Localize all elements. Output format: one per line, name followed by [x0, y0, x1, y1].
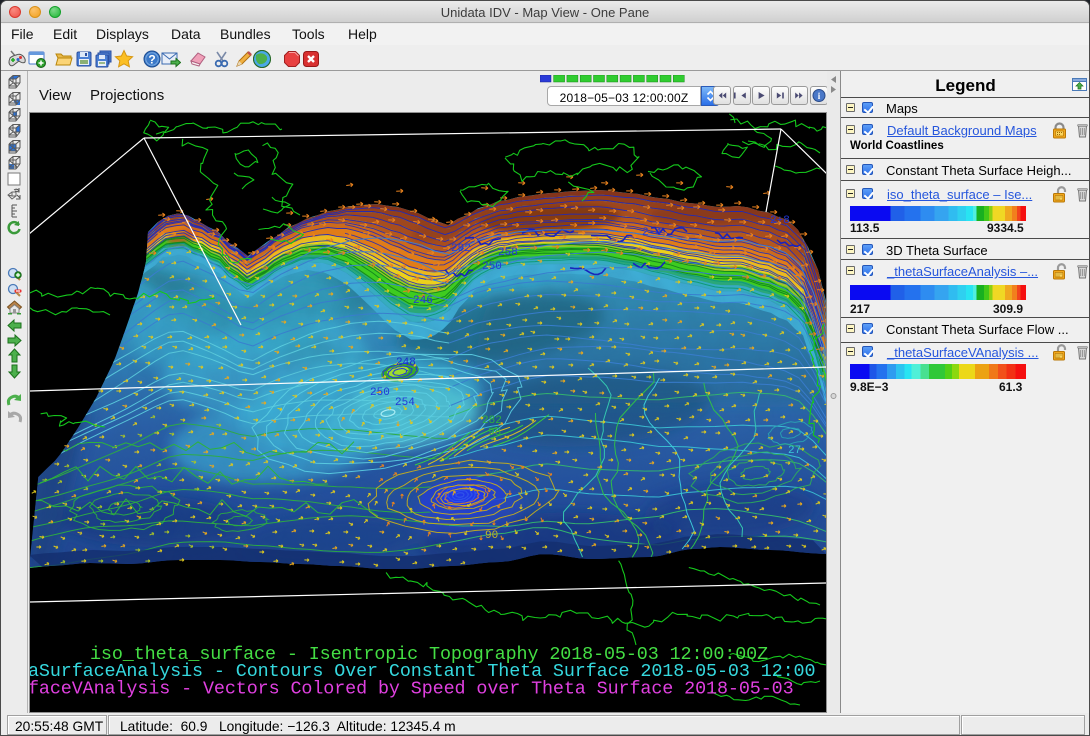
svg-text:250: 250	[482, 261, 502, 273]
svg-text:2+8: 2+8	[770, 215, 790, 227]
svg-text:90: 90	[485, 530, 498, 542]
svg-text:250: 250	[370, 387, 390, 399]
svg-text:246: 246	[413, 295, 433, 307]
svg-text:98: 98	[488, 427, 501, 439]
svg-text:?: ?	[148, 53, 155, 67]
svg-text:258: 258	[498, 247, 518, 259]
svg-text:292: 292	[451, 243, 471, 255]
svg-text:282: 282	[482, 415, 502, 427]
svg-text:2-4: 2-4	[642, 227, 662, 239]
svg-text:248: 248	[396, 357, 416, 369]
svg-text:faceVAnalysis - Vectors Colore: faceVAnalysis - Vectors Colored by Speed…	[30, 679, 794, 700]
svg-text:27: 27	[788, 445, 801, 457]
svg-text:254: 254	[395, 397, 415, 409]
